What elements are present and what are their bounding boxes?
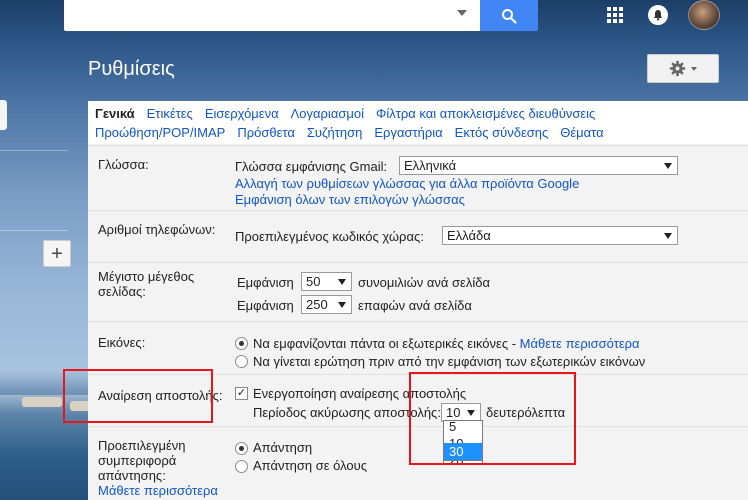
background-island [22, 397, 62, 407]
display-language-label: Γλώσσα εμφάνισης Gmail: [235, 159, 388, 174]
settings-tabs: Γενικά Ετικέτες Εισερχόμενα Λογαριασμοί … [88, 101, 748, 144]
chevron-down-icon [338, 302, 346, 308]
add-button[interactable]: + [43, 240, 71, 267]
country-code-value: Ελλάδα [447, 228, 491, 243]
tab-themes[interactable]: Θέματα [560, 123, 603, 142]
chevron-down-icon [691, 66, 697, 71]
images-always-option: Να εμφανίζονται πάντα οι εξωτερικές εικό… [253, 336, 640, 351]
tab-general[interactable]: Γενικά [95, 104, 135, 123]
phone-label: Αριθμοί τηλεφώνων: [98, 222, 216, 237]
reply-all-radio[interactable] [235, 460, 248, 473]
reply-radio[interactable] [235, 442, 248, 455]
contacts-show-label: Εμφάνιση [237, 298, 294, 313]
tab-accounts[interactable]: Λογαριασμοί [291, 104, 364, 123]
all-language-options-link[interactable]: Εμφάνιση όλων των επιλογών γλώσσας [235, 192, 465, 207]
country-code-select[interactable]: Ελλάδα [442, 226, 678, 245]
images-ask-radio[interactable] [235, 355, 248, 368]
conversations-show-label: Εμφάνιση [237, 275, 294, 290]
country-code-label: Προεπιλεγμένος κωδικός χώρας: [235, 229, 424, 244]
search-icon [502, 8, 517, 24]
tab-row-1: Γενικά Ετικέτες Εισερχόμενα Λογαριασμοί … [95, 104, 742, 123]
reply-option-label: Απάντηση [253, 440, 313, 455]
conversations-per-page-value: 50 [306, 274, 321, 289]
reply-all-option-label: Απάντηση σε όλους [253, 458, 368, 473]
tab-filters[interactable]: Φίλτρα και αποκλεισμένες διευθύνσεις [376, 104, 595, 123]
images-always-radio[interactable] [235, 337, 248, 350]
reply-learn-more-link[interactable]: Μάθετε περισσότερα [98, 483, 218, 498]
conversations-per-page-select[interactable]: 50 [301, 272, 352, 291]
setting-row-images: Εικόνες: Να εμφανίζονται πάντα οι εξωτερ… [88, 321, 748, 374]
account-avatar[interactable] [688, 0, 720, 30]
contacts-per-page-value: 250 [306, 297, 328, 312]
chevron-down-icon [664, 163, 672, 169]
setting-row-phone: Αριθμοί τηλεφώνων: Προεπιλεγμένος κωδικό… [88, 210, 748, 262]
images-always-label: Να εμφανίζονται πάντα οι εξωτερικές εικό… [253, 336, 509, 351]
search-button[interactable] [480, 0, 538, 31]
display-language-value: Ελληνικά [404, 158, 457, 173]
images-learn-more-link[interactable]: Μάθετε περισσότερα [520, 336, 640, 351]
chevron-down-icon [338, 279, 346, 285]
settings-gear-button[interactable] [647, 54, 719, 83]
annotation-box-undo-options [409, 372, 576, 465]
search-options-dropdown-icon[interactable] [457, 10, 467, 16]
tab-forwarding[interactable]: Προώθηση/POP/IMAP [95, 123, 225, 142]
divider [0, 230, 68, 231]
reply-behavior-label: Προεπιλεγμένη συμπεριφορά απάντησης: [98, 438, 186, 483]
language-label: Γλώσσα: [98, 157, 149, 172]
conversations-suffix: συνομιλιών ανά σελίδα [358, 275, 490, 290]
search-input[interactable] [64, 0, 480, 31]
tab-inbox[interactable]: Εισερχόμενα [205, 104, 279, 123]
tab-addons[interactable]: Πρόσθετα [237, 123, 295, 142]
setting-row-language: Γλώσσα: Γλώσσα εμφάνισης Gmail: Ελληνικά… [88, 145, 748, 210]
images-option-separator: - [508, 336, 520, 351]
page-size-label: Μέγιστο μέγεθος σελίδας: [98, 269, 195, 299]
notifications-icon[interactable] [648, 5, 668, 25]
display-language-select[interactable]: Ελληνικά [399, 156, 678, 175]
page-title: Ρυθμίσεις [88, 58, 175, 80]
apps-icon[interactable] [607, 7, 623, 23]
divider [0, 150, 68, 151]
chevron-down-icon [664, 233, 672, 239]
contacts-suffix: επαφών ανά σελίδα [358, 298, 472, 313]
tab-row-2: Προώθηση/POP/IMAP Πρόσθετα Συζήτηση Εργα… [95, 123, 742, 142]
setting-row-page-size: Μέγιστο μέγεθος σελίδας: Εμφάνιση 50 συν… [88, 262, 748, 321]
bell-icon [653, 10, 663, 21]
tab-labs[interactable]: Εργαστήρια [374, 123, 442, 142]
annotation-box-undo-label [63, 369, 213, 423]
compose-button-edge[interactable] [0, 100, 7, 130]
tab-chat[interactable]: Συζήτηση [307, 123, 363, 142]
undo-send-checkbox[interactable]: ✓ [235, 387, 248, 400]
images-label: Εικόνες: [98, 335, 146, 350]
tab-offline[interactable]: Εκτός σύνδεσης [455, 123, 549, 142]
contacts-per-page-select[interactable]: 250 [301, 295, 352, 314]
language-other-products-link[interactable]: Αλλαγή των ρυθμίσεων γλώσσας για άλλα πρ… [235, 176, 579, 191]
tab-labels[interactable]: Ετικέτες [147, 104, 193, 123]
gear-icon [669, 60, 686, 77]
images-ask-label: Να γίνεται ερώτηση πριν από την εμφάνιση… [253, 354, 646, 369]
